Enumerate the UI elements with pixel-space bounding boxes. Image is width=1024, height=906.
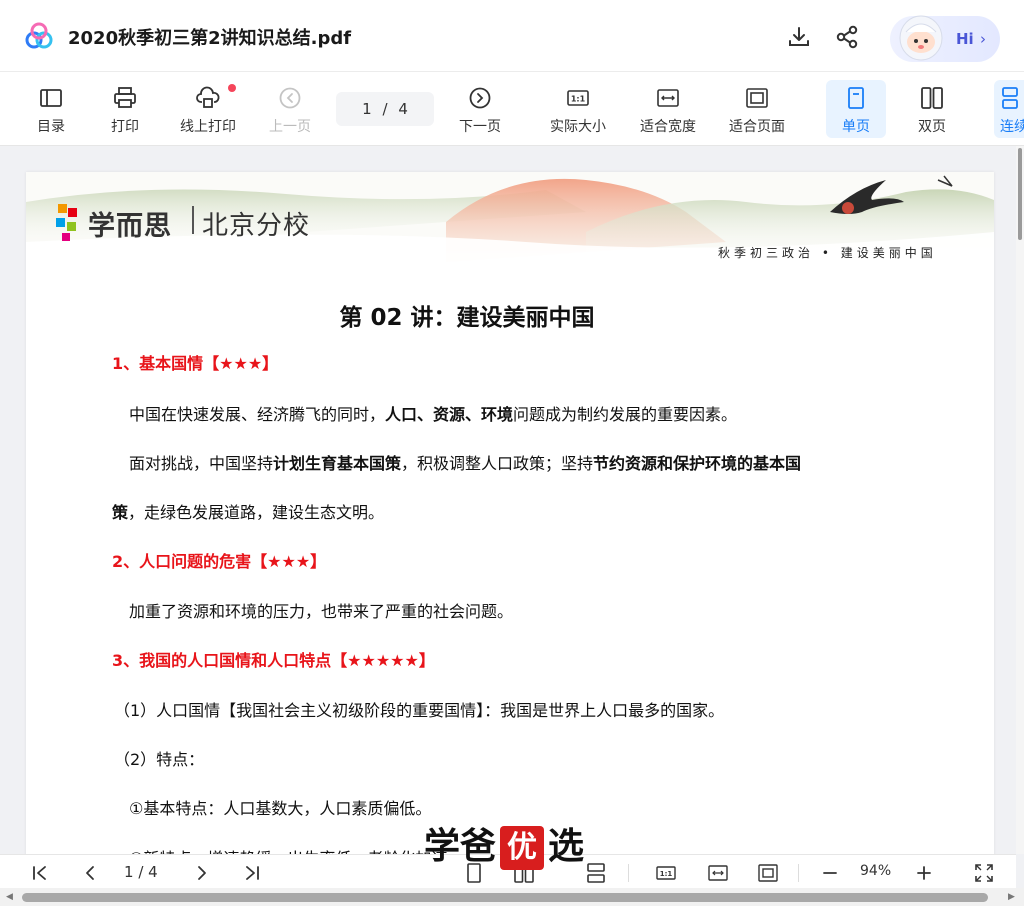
pdf-page: 学而思 北京分校 秋季初三政治 • 建设美丽中国 第 02 讲：建设美丽中国 1… xyxy=(26,172,994,854)
download-icon[interactable] xyxy=(786,24,812,50)
share-icon[interactable] xyxy=(834,24,860,50)
double-page-icon xyxy=(921,87,943,109)
section-heading: 2、人口问题的危害【★★★】 xyxy=(112,552,327,571)
fit-width-label: 适合宽度 xyxy=(640,119,696,135)
zoom-in-icon[interactable] xyxy=(914,863,934,883)
outline-button[interactable]: 目录 xyxy=(16,80,86,138)
paragraph: （2）特点： xyxy=(114,750,205,769)
watermark: 学爸优选 xyxy=(424,824,584,872)
actual-size-label: 实际大小 xyxy=(550,119,606,135)
brand-name: 学而思 xyxy=(88,211,172,242)
document-viewport[interactable]: 学而思 北京分校 秋季初三政治 • 建设美丽中国 第 02 讲：建设美丽中国 1… xyxy=(0,146,1016,854)
prev-page-icon xyxy=(279,87,301,109)
outline-icon xyxy=(40,89,62,107)
watermark-char: 爸 xyxy=(460,826,497,867)
single-page-icon xyxy=(848,87,864,109)
scroll-left-icon[interactable]: ◀ xyxy=(6,892,13,902)
fit-page-button[interactable]: 适合页面 xyxy=(722,80,792,138)
subject-line: 秋季初三政治 • 建设美丽中国 xyxy=(718,246,937,260)
scroll-right-icon[interactable]: ▶ xyxy=(1008,892,1015,902)
total-pages: 4 xyxy=(398,100,408,118)
section-heading: 1、基本国情【★★★】 xyxy=(112,354,279,373)
paragraph: （1）人口国情【我国社会主义初级阶段的重要国情】：我国是世界上人口最多的国家。 xyxy=(114,701,725,720)
prev-page-button[interactable]: 上一页 xyxy=(255,80,325,138)
single-page-button[interactable]: 单页 xyxy=(826,80,886,138)
vertical-scrollbar[interactable] xyxy=(1016,146,1024,854)
paragraph: 中国在快速发展、经济腾飞的同时，人口、资源、环境问题成为制约发展的重要因素。 xyxy=(129,405,738,424)
prev-page-label: 上一页 xyxy=(269,119,311,135)
first-page-icon[interactable] xyxy=(30,863,50,883)
bottom-page-indicator[interactable]: 1 / 4 xyxy=(124,863,158,881)
paragraph: 加重了资源和环境的压力，也带来了严重的社会问题。 xyxy=(129,602,514,621)
divider xyxy=(798,864,799,882)
paragraph: ②新特点：增速趋缓，出生率低，老龄化加速。 xyxy=(129,845,463,854)
section-heading: 3、我国的人口国情和人口特点【★★★★★】 xyxy=(112,651,435,670)
last-page-icon[interactable] xyxy=(242,863,262,883)
bottom-total-pages: 4 xyxy=(148,863,158,881)
watermark-char-highlight: 优 xyxy=(500,826,545,870)
continuous-label: 连续 xyxy=(1000,119,1024,135)
page-separator: / xyxy=(382,100,388,118)
svg-text:1:1: 1:1 xyxy=(571,95,586,104)
file-title: 2020秋季初三第2讲知识总结.pdf xyxy=(68,28,352,49)
paragraph: 策，走绿色发展道路，建设生态文明。 xyxy=(112,503,385,522)
paragraph: ①基本特点：人口基数大，人口素质偏低。 xyxy=(129,799,432,818)
page-number-input[interactable]: 1 / 4 xyxy=(336,92,434,126)
fit-width-icon[interactable] xyxy=(708,863,728,883)
next-page-icon[interactable] xyxy=(192,863,212,883)
fullscreen-icon[interactable] xyxy=(974,863,994,883)
chevron-right-icon: › xyxy=(980,30,986,48)
prev-page-icon[interactable] xyxy=(80,863,100,883)
document-title: 第 02 讲：建设美丽中国 xyxy=(339,305,595,331)
brand-divider xyxy=(192,206,194,234)
single-page-label: 单页 xyxy=(842,119,870,135)
xueersi-logo-icon xyxy=(56,204,77,241)
horizontal-scroll-thumb[interactable] xyxy=(22,893,988,902)
continuous-icon[interactable] xyxy=(586,863,606,883)
continuous-button[interactable]: 连续 xyxy=(994,80,1024,138)
actual-size-button[interactable]: 1:1 实际大小 xyxy=(543,80,613,138)
notification-dot xyxy=(228,84,236,92)
bottom-page-separator: / xyxy=(138,863,144,881)
assistant-button[interactable]: Hi › xyxy=(890,15,1000,62)
watermark-char: 选 xyxy=(548,826,585,867)
baidu-netdisk-logo-icon xyxy=(25,22,53,49)
double-page-button[interactable]: 双页 xyxy=(897,80,967,138)
print-button[interactable]: 打印 xyxy=(90,80,160,138)
assistant-label: Hi xyxy=(956,30,974,48)
cloud-print-icon xyxy=(196,86,220,108)
vertical-scroll-thumb[interactable] xyxy=(1018,148,1022,240)
title-bar: 2020秋季初三第2讲知识总结.pdf Hi › xyxy=(0,0,1024,72)
actual-size-icon: 1:1 xyxy=(567,90,589,106)
paragraph: 面对挑战，中国坚持计划生育基本国策，积极调整人口政策；坚持节约资源和保护环境的基… xyxy=(129,454,802,473)
fit-page-label: 适合页面 xyxy=(729,119,785,135)
assistant-avatar-icon xyxy=(899,15,943,61)
zoom-out-icon[interactable] xyxy=(820,863,840,883)
next-page-label: 下一页 xyxy=(459,119,501,135)
print-label: 打印 xyxy=(111,119,139,135)
outline-label: 目录 xyxy=(37,119,65,135)
current-page: 1 xyxy=(362,100,372,118)
double-page-label: 双页 xyxy=(918,119,946,135)
next-page-icon xyxy=(469,87,491,109)
fit-page-icon xyxy=(746,88,768,108)
page-banner: 学而思 北京分校 秋季初三政治 • 建设美丽中国 xyxy=(26,172,994,284)
actual-size-icon[interactable]: 1:1 xyxy=(656,863,676,883)
svg-text:1:1: 1:1 xyxy=(660,870,673,878)
continuous-icon xyxy=(1002,87,1018,109)
printer-icon xyxy=(114,87,136,108)
fit-width-button[interactable]: 适合宽度 xyxy=(633,80,703,138)
online-print-label: 线上打印 xyxy=(180,119,236,135)
zoom-level[interactable]: 94% xyxy=(860,863,891,879)
horizontal-scrollbar[interactable]: ◀ ▶ xyxy=(0,888,1024,906)
bottom-current-page: 1 xyxy=(124,863,134,881)
watermark-char: 学 xyxy=(424,826,461,867)
fit-width-icon xyxy=(657,89,679,107)
fit-page-icon[interactable] xyxy=(758,863,778,883)
next-page-button[interactable]: 下一页 xyxy=(445,80,515,138)
brand-branch: 北京分校 xyxy=(202,211,311,241)
divider xyxy=(628,864,629,882)
